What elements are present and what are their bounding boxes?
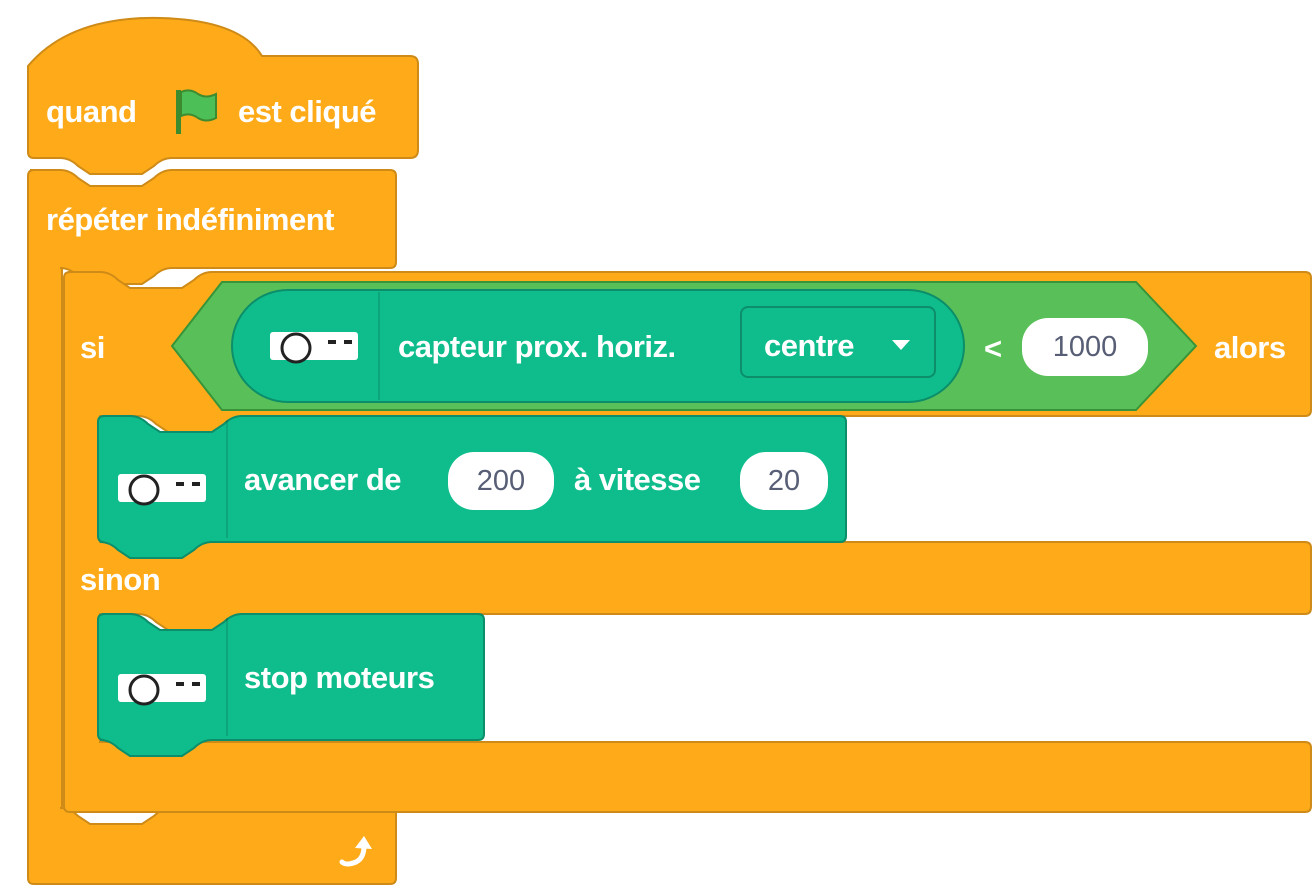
operator-symbol: < [984, 331, 1002, 366]
robot-icon [118, 474, 206, 506]
sensor-label: capteur prox. horiz. [398, 329, 676, 364]
robot-icon [118, 674, 206, 706]
triangle-down-icon [892, 340, 910, 350]
if-label: si [80, 330, 105, 365]
move-separator [226, 420, 228, 538]
compare-value-input[interactable]: 1000 [1022, 318, 1148, 376]
hat-label-clicked: est cliqué [238, 94, 377, 129]
stop-label: stop moteurs [244, 660, 435, 695]
move-label-speed: à vitesse [574, 462, 701, 497]
sensor-dropdown[interactable]: centre [740, 306, 936, 378]
forever-label: répéter indéfiniment [46, 202, 335, 237]
move-label-advance: avancer de [244, 462, 402, 497]
sensor-separator [378, 292, 380, 400]
hat-label-when: quand [46, 94, 137, 129]
green-flag-icon[interactable] [170, 86, 220, 136]
speed-input[interactable]: 20 [740, 452, 828, 510]
then-label: alors [1214, 330, 1286, 365]
loop-arrow-icon [339, 836, 372, 867]
stop-separator [226, 618, 228, 736]
distance-input[interactable]: 200 [448, 452, 554, 510]
robot-icon [270, 332, 358, 364]
dropdown-value: centre [764, 328, 855, 363]
else-label: sinon [80, 562, 161, 597]
